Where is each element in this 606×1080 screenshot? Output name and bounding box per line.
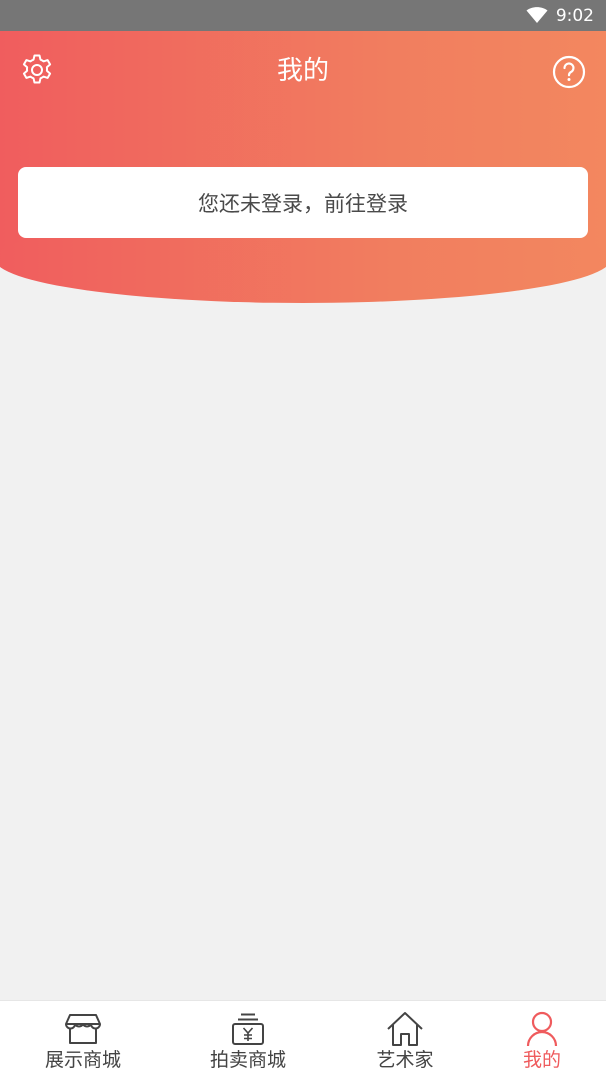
help-circle-icon [552,55,586,93]
nav-label-mine: 我的 [522,1049,561,1071]
home-icon [386,1010,424,1048]
nav-label-auction-mall: 拍卖商城 [209,1049,286,1071]
screen: 9:02 我的 您还未登录，前往登录 展示商城 拍卖商城 艺术家 我的 [0,0,606,1080]
status-bar: 9:02 [0,0,606,31]
page-title: 我的 [276,56,329,86]
user-icon [526,1010,558,1048]
login-prompt-card[interactable]: 您还未登录，前往登录 [18,167,588,238]
login-prompt-text: 您还未登录，前往登录 [198,191,408,216]
wifi-icon [526,7,548,24]
nav-label-display-mall: 展示商城 [44,1049,121,1071]
auction-yen-icon [231,1010,265,1048]
status-time: 9:02 [555,5,594,26]
bottom-nav: 展示商城 拍卖商城 艺术家 我的 [0,1000,606,1080]
store-icon [64,1010,102,1048]
nav-item-auction-mall[interactable]: 拍卖商城 [207,1001,289,1080]
nav-item-mine[interactable]: 我的 [519,1001,565,1080]
help-button[interactable] [549,54,589,94]
nav-item-artist[interactable]: 艺术家 [374,1001,436,1080]
nav-label-artist: 艺术家 [376,1049,434,1071]
nav-item-display-mall[interactable]: 展示商城 [42,1001,124,1080]
